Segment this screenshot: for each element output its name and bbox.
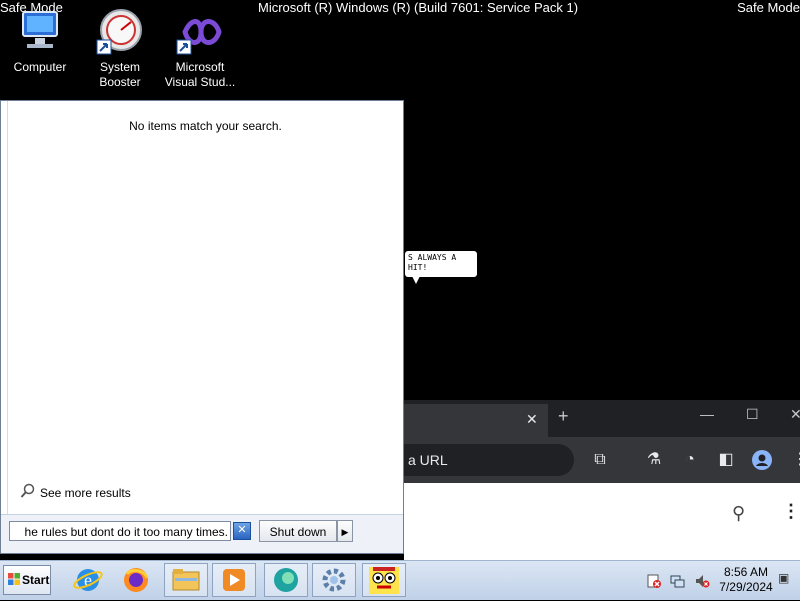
maximize-icon[interactable]: ☐ bbox=[746, 406, 759, 423]
cartoon-app-icon bbox=[369, 567, 399, 594]
browser-window[interactable]: ✕ + — ☐ ✕ a URL ⧉ ⚗ ◔ ◧ ⋮ ⚲ ⋮ bbox=[404, 400, 800, 560]
computer-icon bbox=[15, 8, 65, 56]
action-center-warning-icon[interactable] bbox=[646, 573, 662, 589]
explorer-folder-icon bbox=[172, 569, 200, 591]
network-icon[interactable] bbox=[670, 573, 686, 589]
safe-mode-label-right: Safe Mode bbox=[737, 0, 800, 15]
taskbar-media-player[interactable] bbox=[212, 563, 256, 597]
visual-studio-icon bbox=[175, 8, 225, 56]
desktop-icon-label: Microsoft Visual Stud... bbox=[164, 60, 236, 89]
edge-icon bbox=[274, 568, 298, 592]
tab-bar: ✕ + — ☐ ✕ bbox=[404, 400, 800, 437]
see-more-label: See more results bbox=[40, 485, 131, 500]
search-results-pane: No items match your search. See more res… bbox=[7, 101, 403, 515]
address-bar[interactable]: a URL bbox=[404, 444, 574, 476]
clock-date: 7/29/2024 bbox=[719, 580, 773, 594]
speech-bubble: S ALWAYS A HIT! bbox=[405, 251, 477, 277]
start-menu: No items match your search. See more res… bbox=[0, 100, 404, 554]
minimize-icon[interactable]: — bbox=[700, 406, 714, 422]
windows-build-label: Microsoft (R) Windows (R) (Build 7601: S… bbox=[258, 0, 579, 15]
no-results-message: No items match your search. bbox=[129, 119, 282, 133]
taskbar: Start e ▣ 8:56 AM 7/29/2024 bbox=[0, 560, 800, 600]
browser-tab[interactable]: ✕ bbox=[404, 404, 548, 437]
start-search-input[interactable]: he rules but dont do it too many times. bbox=[9, 521, 231, 541]
shut-down-button[interactable]: Shut down bbox=[259, 520, 337, 542]
window-close-icon[interactable]: ✕ bbox=[790, 406, 800, 423]
kebab-menu-icon[interactable]: ⋮ bbox=[790, 450, 800, 470]
performance-icon[interactable]: ◔ bbox=[680, 450, 700, 470]
taskbar-clock[interactable]: 8:56 AM 7/29/2024 bbox=[716, 565, 776, 595]
desktop-icon-label: Computer bbox=[13, 60, 67, 74]
firefox-icon bbox=[124, 568, 149, 592]
start-label: Start bbox=[22, 573, 50, 587]
side-panel-icon[interactable]: ◧ bbox=[716, 450, 736, 470]
desktop-icon-visual-studio[interactable]: Microsoft Visual Stud... bbox=[160, 8, 240, 90]
browser-toolbar: a URL ⧉ ⚗ ◔ ◧ ⋮ bbox=[404, 437, 800, 483]
windows-flag-icon bbox=[8, 573, 20, 585]
desktop-icon-label: System Booster bbox=[99, 60, 141, 89]
desktop-icon-system-booster[interactable]: System Booster bbox=[80, 8, 160, 90]
taskbar-firefox[interactable] bbox=[114, 563, 158, 597]
magnifier-icon bbox=[20, 483, 36, 502]
volume-muted-icon[interactable] bbox=[694, 573, 710, 589]
taskbar-cartoon-app[interactable] bbox=[362, 563, 406, 597]
more-options-icon[interactable]: ⋮ bbox=[782, 501, 800, 522]
settings-gear-icon bbox=[322, 568, 346, 592]
start-button[interactable]: Start bbox=[3, 565, 51, 595]
media-player-icon bbox=[223, 569, 245, 591]
close-icon[interactable]: ✕ bbox=[526, 411, 538, 428]
taskbar-internet-explorer[interactable]: e bbox=[66, 563, 110, 597]
clear-search-icon[interactable]: ✕ bbox=[233, 522, 251, 540]
speech-bubble-tail bbox=[412, 276, 420, 284]
browser-content: ⚲ ⋮ bbox=[404, 483, 800, 560]
internet-explorer-icon: e bbox=[73, 569, 103, 591]
new-tab-icon[interactable]: + bbox=[558, 406, 569, 427]
show-desktop-icon[interactable]: ▣ bbox=[778, 571, 794, 587]
see-more-results-link[interactable]: See more results bbox=[20, 483, 131, 502]
shut-down-options-arrow[interactable]: ▶ bbox=[337, 520, 353, 542]
taskbar-settings[interactable] bbox=[312, 563, 356, 597]
desktop-icon-computer[interactable]: Computer bbox=[0, 8, 80, 75]
extensions-icon[interactable]: ⧉ bbox=[590, 450, 610, 470]
labs-flask-icon[interactable]: ⚗ bbox=[644, 450, 664, 470]
taskbar-edge[interactable] bbox=[264, 563, 308, 597]
start-menu-bottom-bar: he rules but dont do it too many times. … bbox=[1, 514, 403, 553]
profile-avatar-icon[interactable] bbox=[752, 450, 772, 470]
speedometer-icon bbox=[95, 8, 145, 56]
search-icon[interactable]: ⚲ bbox=[732, 503, 745, 524]
clock-time: 8:56 AM bbox=[723, 565, 769, 579]
taskbar-explorer[interactable] bbox=[164, 563, 208, 597]
